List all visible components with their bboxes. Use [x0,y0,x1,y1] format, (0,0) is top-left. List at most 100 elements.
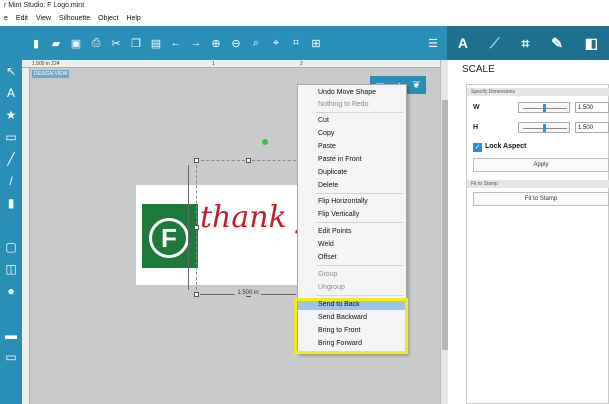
open-icon[interactable]: ▰ [50,37,62,50]
handle-mid-left[interactable] [194,225,199,230]
menu-cut[interactable]: Cut [298,115,406,126]
panel-toggle-icon[interactable]: ☰ [427,37,439,50]
zoom-in-icon[interactable]: ⊕ [210,37,222,50]
width-dimension: 1.500 in [200,290,296,300]
grid-icon[interactable]: ⊞ [310,37,322,50]
specify-dimensions-header: Specify Dimensions [467,88,609,96]
select-tool-icon[interactable]: ↖ [0,60,22,82]
width-input[interactable]: 1.500 [575,102,609,113]
menu-separator [316,193,404,194]
ruler-readout: 1.500 in 224 [32,61,60,67]
fill-panel-icon[interactable]: ✎ [551,35,563,52]
pen-tool-icon[interactable]: / [0,170,22,192]
menu-separator [316,265,404,266]
menu-ungroup: Ungroup [318,284,345,291]
menu-edit[interactable]: Edit [16,12,28,26]
left-toolbar: ↖ A ★ ▭ ╱ / ▮ ▢ ◫ ● ▬ ▭ [0,60,22,404]
ruler-mark-2: 2 [300,61,303,67]
design-view-label: DESIGN VIEW [32,70,70,78]
zoom-out-icon[interactable]: ⊖ [230,37,242,50]
menu-bar: e Edit View Silhouette Object Help [0,12,609,26]
mini-leaf-icon[interactable]: ❦ [412,80,420,91]
main-toolbar: ▮ ▰ ▣ ⎙ ✂ ❐ ▤ ← → ⊕ ⊖ ⌕ ⌖ ⌗ ⊞ ☰ [0,26,447,60]
slider-knob[interactable] [543,124,546,132]
menu-separator [316,112,404,113]
lock-aspect-label: Lock Aspect [485,143,527,150]
new-icon[interactable]: ▮ [30,37,42,50]
menu-weld[interactable]: Weld [298,239,406,250]
menu-file[interactable]: e [4,12,8,26]
height-input[interactable]: 1.500 [575,122,609,133]
crop-panel-icon[interactable]: ⌗ [522,35,530,52]
menu-paste-in-front[interactable]: Paste in Front [298,154,406,165]
slider-knob[interactable] [543,104,546,112]
menu-group: Group [318,271,338,278]
zoom-page-icon[interactable]: ⌗ [290,37,302,49]
menu-offset[interactable]: Offset [298,252,406,263]
menu-nothing-to-redo: Nothing to Redo [318,101,369,108]
redo-icon[interactable]: → [190,37,202,49]
logo-circle: F [149,218,189,258]
menu-delete[interactable]: Delete [298,180,406,191]
callout-highlight [294,298,408,354]
menu-separator [316,295,404,296]
paste-icon[interactable]: ▤ [150,37,162,50]
width-dimension-label: 1.500 in [235,290,261,296]
menu-view[interactable]: View [36,12,51,26]
save-icon[interactable]: ▣ [70,37,82,50]
menu-flip-horizontally[interactable]: Flip Horizontally [298,196,406,207]
text-tool-icon[interactable]: A [0,82,22,104]
handle-bottom-left[interactable] [194,292,199,297]
menu-copy[interactable]: Copy [298,128,406,139]
fit-to-stamp-button[interactable]: Fit to Stamp [473,192,609,206]
print-icon[interactable]: ⎙ [90,37,102,49]
window-title: r Mint Studio: F Logo.mint [0,0,609,12]
more-panel-icon[interactable]: ◧ [585,35,598,52]
zoom-fit-icon[interactable]: ⌖ [270,37,282,49]
menu-paste[interactable]: Paste [298,141,406,152]
lock-aspect-checkbox[interactable]: ✓ [473,143,482,152]
cut-icon[interactable]: ✂ [110,37,122,50]
rotate-handle[interactable] [262,139,268,145]
panel-tool-2-icon[interactable]: ▭ [0,346,22,368]
menu-help[interactable]: Help [126,12,140,26]
star-tool-icon[interactable]: ★ [0,104,22,126]
zoom-select-icon[interactable]: ⌕ [250,37,262,49]
fit-to-stamp-header: Fit to Stamp [467,180,609,188]
height-dimension [188,165,194,290]
menu-duplicate[interactable]: Duplicate [298,167,406,178]
handle-top-left[interactable] [194,158,199,163]
panel-tool-icon[interactable]: ▬ [0,324,22,346]
width-label: W [473,104,480,111]
copy-icon[interactable]: ❐ [130,37,142,50]
height-slider[interactable] [518,122,570,133]
menu-separator [316,222,404,223]
undo-icon[interactable]: ← [170,37,182,49]
eraser-tool-icon[interactable]: ▮ [0,192,22,214]
apply-button[interactable]: Apply [473,158,609,172]
menu-flip-vertically[interactable]: Flip Vertically [298,209,406,220]
logo-letter: F [161,222,177,253]
scale-panel-icon[interactable]: ⟋ [490,35,500,52]
menu-undo-move-shape[interactable]: Undo Move Shape [298,87,406,98]
selection-box[interactable] [196,160,301,295]
menu-silhouette[interactable]: Silhouette [59,12,90,26]
color-tool-icon[interactable]: ● [0,280,22,302]
menu-object[interactable]: Object [98,12,118,26]
ruler-mark-1: 1 [212,61,215,67]
handle-top-mid[interactable] [246,158,251,163]
menu-edit-points[interactable]: Edit Points [298,226,406,237]
rectangle-tool-icon[interactable]: ▭ [0,126,22,148]
layers-tool-icon[interactable]: ▢ [0,236,22,258]
text-panel-icon[interactable]: A [458,35,468,51]
panel-tab-bar: A ⟋ ⌗ ✎ ◧ [447,26,609,60]
library-tool-icon[interactable]: ◫ [0,258,22,280]
scale-panel-title: SCALE [462,64,495,75]
height-label: H [473,124,479,131]
line-tool-icon[interactable]: ╱ [0,148,22,170]
width-slider[interactable] [518,102,570,113]
top-ruler: 1.500 in 224 1 2 [22,60,440,68]
canvas-scrollbar[interactable] [440,60,448,404]
